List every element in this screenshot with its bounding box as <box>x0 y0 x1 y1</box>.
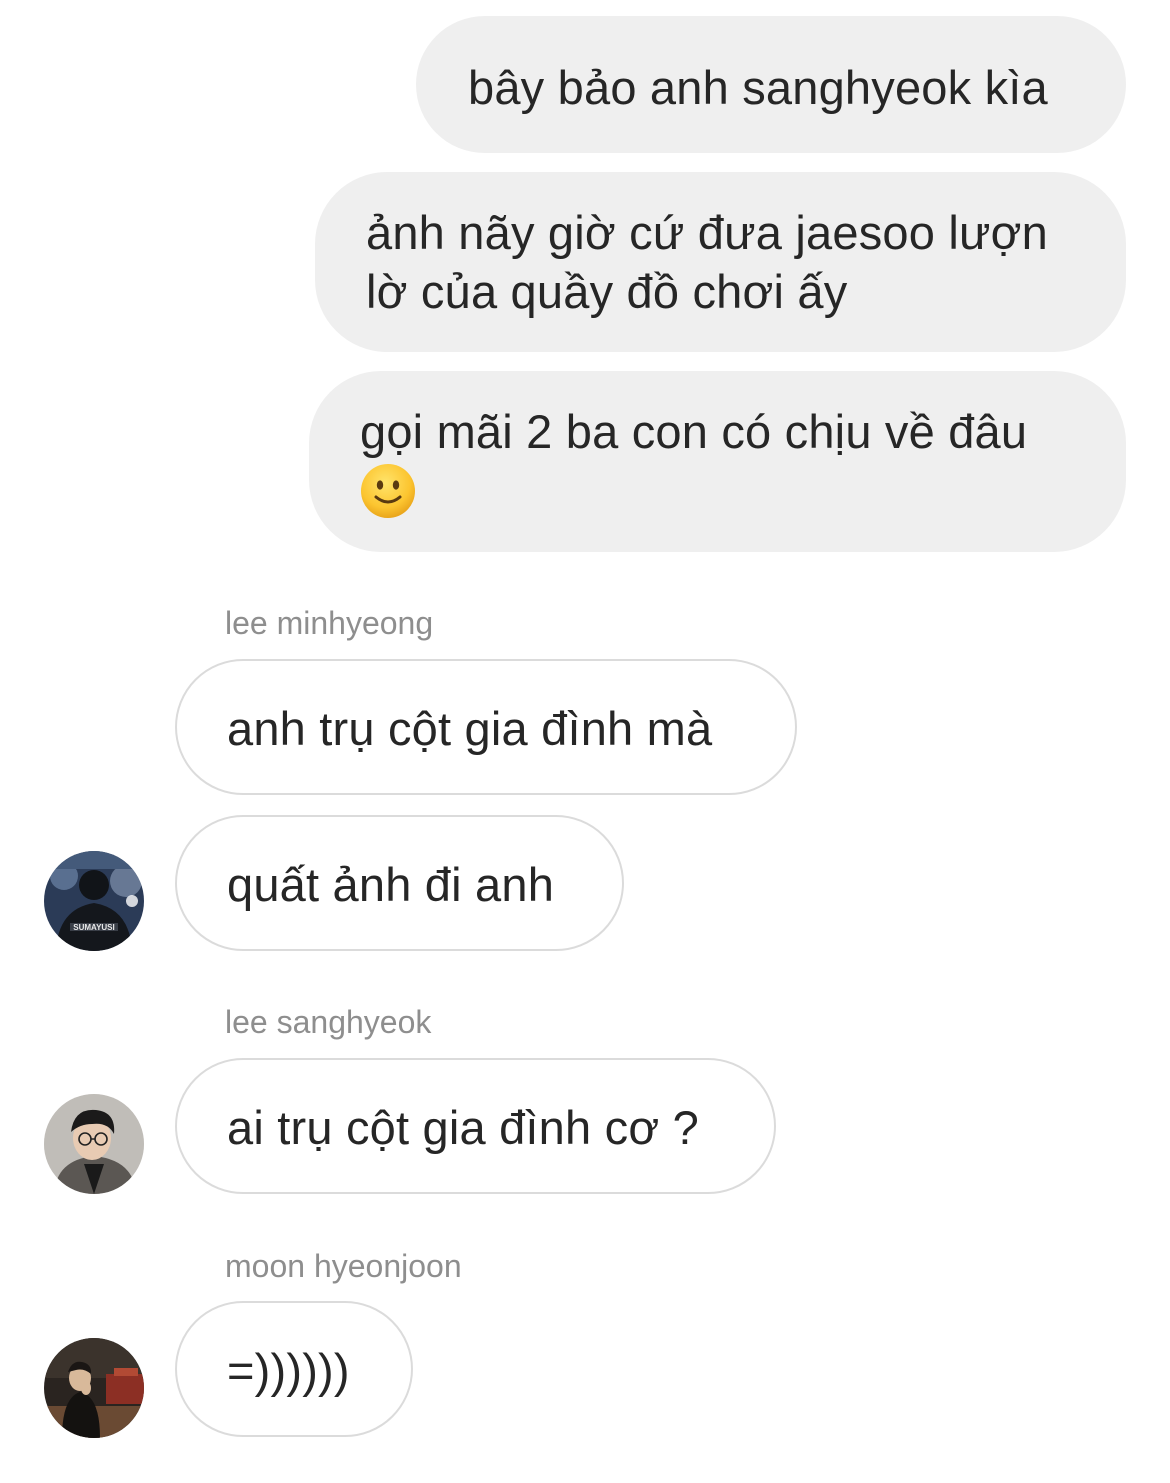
message-text: quất ảnh đi anh <box>227 858 555 911</box>
incoming-message[interactable]: ai trụ cột gia đình cơ ? <box>175 1058 776 1194</box>
message-text: gọi mãi 2 ba con có chịu về đâu <box>360 405 1028 458</box>
avatar-man-night[interactable] <box>44 1338 144 1438</box>
avatar-jersey-sumayusi[interactable]: SUMAYUSI <box>44 851 144 951</box>
outgoing-message[interactable]: ảnh nãy giờ cứ đưa jaesoo lượn lờ của qu… <box>315 172 1126 352</box>
sender-name: lee sanghyeok <box>225 1004 432 1040</box>
sender-name: moon hyeonjoon <box>225 1248 462 1284</box>
outgoing-message[interactable]: gọi mãi 2 ba con có chịu về đâu <box>309 371 1126 552</box>
incoming-message[interactable]: anh trụ cột gia đình mà <box>175 659 797 795</box>
avatar-image <box>44 1338 144 1438</box>
avatar-image: SUMAYUSI <box>44 851 144 951</box>
outgoing-message[interactable]: bây bảo anh sanghyeok kìa <box>416 16 1126 153</box>
sender-name: lee minhyeong <box>225 605 434 641</box>
avatar-image <box>44 1094 144 1194</box>
incoming-message[interactable]: =)))))) <box>175 1301 413 1437</box>
message-text: anh trụ cột gia đình mà <box>227 702 713 755</box>
message-text: bây bảo anh sanghyeok kìa <box>468 61 1048 114</box>
message-text: ai trụ cột gia đình cơ ? <box>227 1101 699 1154</box>
incoming-message[interactable]: quất ảnh đi anh <box>175 815 624 951</box>
slightly-smiling-face-icon <box>361 464 415 518</box>
message-text: =)))))) <box>227 1344 350 1397</box>
message-text: ảnh nãy giờ cứ đưa jaesoo lượn lờ của qu… <box>366 206 1049 318</box>
avatar-man-glasses[interactable] <box>44 1094 144 1194</box>
svg-text:SUMAYUSI: SUMAYUSI <box>73 923 115 932</box>
